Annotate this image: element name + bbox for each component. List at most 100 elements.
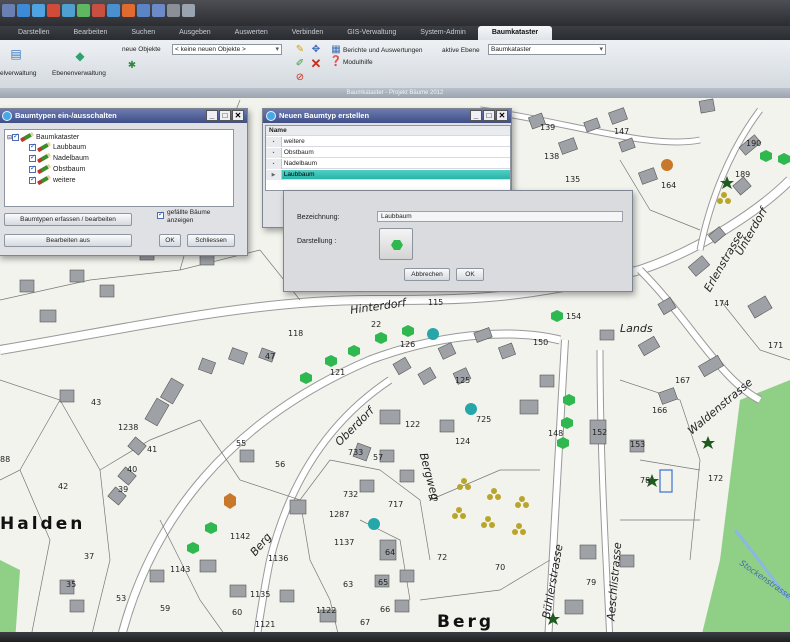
parcel-label: 139 <box>540 123 556 132</box>
tab-bearbeiten[interactable]: Bearbeiten <box>62 26 120 40</box>
show-felled-checkbox[interactable] <box>157 210 164 219</box>
parcel-label: 63 <box>343 580 354 589</box>
symbol-picker-button[interactable] <box>379 228 413 260</box>
redraw-icon[interactable] <box>92 4 105 17</box>
checkbox-obstbaum[interactable] <box>29 164 36 173</box>
tree-weitere <box>368 518 380 530</box>
edit-off-button[interactable]: Bearbeiten aus <box>4 234 132 247</box>
checkbox-weitere[interactable] <box>29 175 36 184</box>
bezeichnung-input[interactable]: Laubbaum <box>377 211 623 222</box>
delete-icon[interactable]: ✕ <box>308 56 324 72</box>
minimize-button[interactable]: _ <box>206 110 218 121</box>
checkbox-laubbaum[interactable] <box>29 142 36 151</box>
close-button[interactable]: ✕ <box>496 110 508 121</box>
close-dialog-button[interactable]: Schliessen <box>187 234 235 247</box>
tree-type-grid[interactable]: Name ▪ weitere ▪ Obstbaum ▪ Nadelbaum ▶ … <box>265 125 511 191</box>
tab-suchen[interactable]: Suchen <box>119 26 167 40</box>
parcel-label: 1121 <box>255 620 276 629</box>
tree-add-icon[interactable]: ✱ <box>124 58 140 74</box>
ribbon-button-verwaltung[interactable]: elverwaltung <box>0 70 37 77</box>
ok-button[interactable]: OK <box>159 234 181 247</box>
grid-row[interactable]: ▪ Nadelbaum <box>266 159 510 169</box>
dialog-title[interactable]: Baumtypen ein-/ausschalten _ □ ✕ <box>0 109 247 123</box>
active-layer-label: aktive Ebene <box>442 47 480 54</box>
modulhilfe-button[interactable]: Modulhilfe <box>343 59 373 66</box>
info-icon[interactable] <box>17 4 30 17</box>
new-objects-select[interactable]: < keine neuen Objekte > <box>172 44 282 55</box>
measure-icon[interactable] <box>107 4 120 17</box>
grid-row-selected[interactable]: ▶ Laubbaum <box>266 170 510 180</box>
help-icon[interactable] <box>32 4 45 17</box>
tab-gis-verwaltung[interactable]: GIS-Verwaltung <box>335 26 408 40</box>
parcel-label: 124 <box>455 437 471 446</box>
parcel-label: 57 <box>373 453 384 462</box>
checkbox-nadelbaum[interactable] <box>29 153 36 162</box>
parcel-label: 78 <box>640 476 651 485</box>
tree-item-weitere[interactable]: weitere <box>29 175 76 186</box>
prohibit-icon[interactable]: ⊘ <box>292 70 308 86</box>
tree-view[interactable]: ⊟Baumkataster Laubbaum Nadelbaum Obstbau… <box>4 129 234 207</box>
parcel-label: 135 <box>565 175 581 184</box>
parcel-label: 154 <box>566 312 582 321</box>
ribbon-button-ebenenverwaltung[interactable]: Ebenenverwaltung <box>52 70 106 77</box>
window-buttons: _ □ ✕ <box>470 110 508 121</box>
row-handle[interactable]: ▪ <box>266 148 282 158</box>
ribbon-group-footer: Baumkataster - Projekt Bäume 2012 <box>0 88 790 98</box>
zoom-icon[interactable] <box>137 4 150 17</box>
tree-weitere <box>465 403 477 415</box>
checkbox-root[interactable] <box>12 132 20 141</box>
tree-weitere <box>661 159 673 171</box>
cancel-button[interactable]: Abbrechen <box>404 268 450 281</box>
select-icon[interactable] <box>167 4 180 17</box>
close-button[interactable]: ✕ <box>232 110 244 121</box>
quick-access-toolbar <box>2 4 195 17</box>
parcel-label: 153 <box>630 440 646 449</box>
parcel-label: 121 <box>330 368 346 377</box>
zoom-out-icon[interactable] <box>152 4 165 17</box>
pan-icon[interactable] <box>62 4 75 17</box>
new-objects-label: neue Objekte <box>122 46 161 53</box>
grid-row[interactable]: ▪ Obstbaum <box>266 148 510 158</box>
reports-button[interactable]: Berichte und Auswertungen <box>343 47 423 54</box>
help-circle-icon[interactable]: ❓ <box>328 54 344 70</box>
row-pointer-icon[interactable]: ▶ <box>266 170 282 180</box>
grid-row[interactable]: ▪ weitere <box>266 137 510 147</box>
tab-auswerten[interactable]: Auswerten <box>223 26 280 40</box>
tree-root[interactable]: ⊟Baumkataster <box>7 132 79 143</box>
parcel-label: 118 <box>288 329 304 338</box>
dialog-title[interactable]: Neuen Baumtyp erstellen _ □ ✕ <box>263 109 511 123</box>
tab-baumkataster[interactable]: Baumkataster <box>477 26 553 40</box>
books-icon[interactable]: ▤ <box>8 46 24 62</box>
tree-item-laubbaum[interactable]: Laubbaum <box>29 141 86 153</box>
tab-system-admin[interactable]: System-Admin <box>408 26 478 40</box>
tree-item-obstbaum[interactable]: Obstbaum <box>29 164 85 175</box>
grid-header[interactable]: Name <box>266 126 510 136</box>
street-name: Lands <box>620 322 653 335</box>
tree-item-nadelbaum[interactable]: Nadelbaum <box>29 153 89 164</box>
parcel-label: 122 <box>405 420 421 429</box>
dropdown-icon[interactable] <box>182 4 195 17</box>
zoom-in-icon[interactable] <box>47 4 60 17</box>
parcel-label: 148 <box>548 429 564 438</box>
tree-pen-icon <box>36 141 52 153</box>
maximize-button[interactable]: □ <box>483 110 495 121</box>
tab-verbinden[interactable]: Verbinden <box>280 26 336 40</box>
parcel-label: 1287 <box>329 510 350 519</box>
edit-tree-types-button[interactable]: Baumtypen erfassen / bearbeiten <box>4 213 132 226</box>
row-handle[interactable]: ▪ <box>266 137 282 147</box>
ok-button[interactable]: OK <box>456 268 484 281</box>
layer-icon[interactable] <box>77 4 90 17</box>
active-layer-select[interactable]: Baumkataster <box>488 44 606 55</box>
minimize-button[interactable]: _ <box>470 110 482 121</box>
show-felled-label: gefällte Bäume anzeigen <box>167 209 211 224</box>
move-icon[interactable] <box>122 4 135 17</box>
app-menu-icon[interactable] <box>2 4 15 17</box>
tab-ausgeben[interactable]: Ausgeben <box>167 26 223 40</box>
dialog-app-icon <box>266 111 276 121</box>
layers-icon[interactable]: ◆ <box>72 48 88 64</box>
parcel-label: 174 <box>714 299 730 308</box>
row-handle[interactable]: ▪ <box>266 159 282 169</box>
maximize-button[interactable]: □ <box>219 110 231 121</box>
tab-darstellen[interactable]: Darstellen <box>6 26 62 40</box>
bezeichnung-label: Bezeichnung: <box>297 214 340 221</box>
